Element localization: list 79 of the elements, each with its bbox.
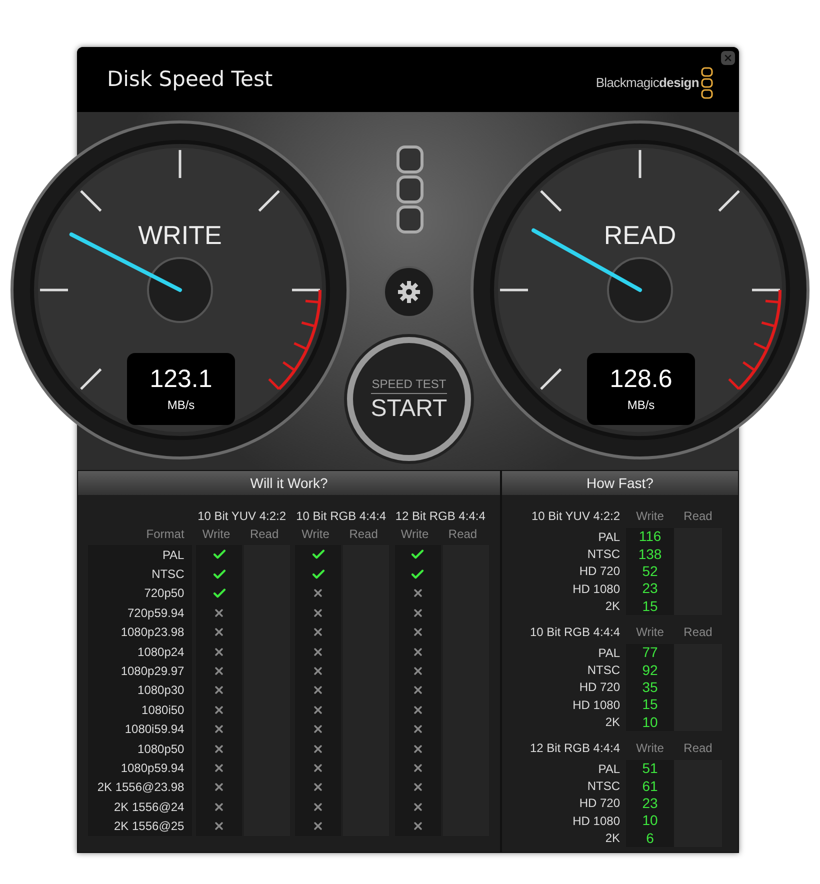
group-header: 12 Bit RGB 4:4:4 [395,508,486,525]
gauge-label: READ [604,219,676,252]
format-label: HD 1080 [572,812,620,830]
speed-value: 35 [642,678,658,697]
speed-value: 138 [638,544,662,564]
column-header: Read [448,526,478,543]
speed-value: 52 [642,562,658,581]
speed-value: 10 [642,712,658,732]
format-label: HD 720 [579,679,620,696]
format-label: 720p59.94 [128,604,184,622]
window-title: Disk Speed Test [107,66,273,93]
format-label: HD 1080 [572,696,620,714]
format-label: PAL [598,760,620,778]
column-header: Write [302,526,330,543]
format-label: 1080p30 [138,682,184,700]
format-label: NTSC [587,778,620,795]
speed-value: 6 [646,828,654,848]
format-label: 2K [605,714,620,732]
column-header: Read [349,526,378,543]
format-label: 1080i59.94 [124,721,184,738]
column-header: Write [636,624,664,641]
format-label: NTSC [587,662,620,680]
format-label: 1080p50 [138,740,184,758]
logo-stack-icon [396,145,424,235]
column-header: Read [684,508,712,525]
speed-value: 123.1 [150,364,212,396]
format-label: 2K 1556@23.98 [97,779,184,796]
format-label: 2K 1556@25 [114,818,184,836]
format-label: HD 720 [579,563,620,580]
column-header: Read [250,526,279,543]
speed-value: 77 [642,643,658,662]
unit-label: MB/s [167,396,195,414]
speed-value: 15 [642,695,658,714]
format-label: 2K [605,830,620,848]
speed-value: 128.6 [610,364,672,396]
section-title: 12 Bit RGB 4:4:4 [530,740,620,757]
settings-icon [397,280,421,304]
format-label: HD 1080 [572,580,620,598]
column-header: Write [636,508,664,525]
format-label: 1080p23.98 [120,624,184,642]
panel-title: How Fast? [586,474,654,492]
gauge-label: WRITE [138,219,222,252]
format-label: 1080i50 [142,702,184,719]
brand-logo: Blackmagicdesign [596,74,699,92]
speed-value: 92 [642,660,658,680]
speed-value: 15 [642,596,658,616]
format-label: 1080p59.94 [120,760,184,777]
format-label: PAL [598,528,620,546]
unit-label: MB/s [627,396,655,414]
format-label: NTSC [152,566,184,584]
column-header: Format [146,526,184,543]
column-header: Write [636,740,664,757]
section-title: 10 Bit RGB 4:4:4 [530,624,620,641]
speed-value: 23 [642,579,658,598]
format-label: NTSC [587,546,620,564]
format-label: 2K 1556@24 [114,798,184,816]
panel-title: Will it Work? [250,474,328,492]
speed-value: 23 [642,794,658,813]
format-label: PAL [162,546,184,564]
section-title: 10 Bit YUV 4:2:2 [532,508,620,525]
column-header: Write [202,526,230,543]
speed-value: 51 [642,759,658,778]
column-header: Read [684,624,712,641]
speed-value: 61 [642,776,658,796]
format-label: 1080p29.97 [120,663,184,680]
group-header: 10 Bit YUV 4:2:2 [198,508,286,525]
format-label: 2K [605,598,620,616]
format-label: HD 720 [579,795,620,812]
speed-value: 10 [642,811,658,830]
column-header: Write [400,526,429,543]
format-label: PAL [598,644,620,662]
format-label: 720p50 [144,585,184,602]
group-header: 10 Bit RGB 4:4:4 [296,508,386,525]
speed-value: 116 [638,527,662,546]
close-icon [723,53,733,63]
logo-icon [701,66,713,98]
start-button[interactable]: SPEED TEST START [347,337,471,461]
column-header: Read [684,740,712,757]
format-label: 1080p24 [138,644,184,661]
